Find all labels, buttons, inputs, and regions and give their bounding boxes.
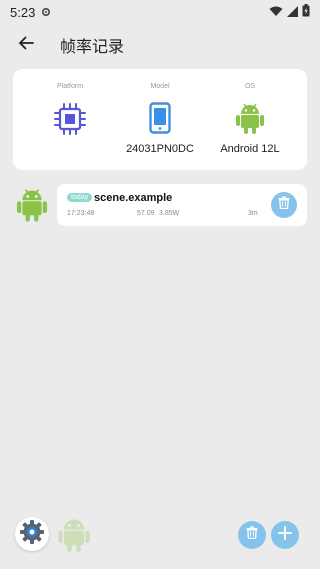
arrow-left-icon xyxy=(18,36,34,55)
record-app-android-icon xyxy=(17,187,47,227)
trash-icon xyxy=(246,526,258,544)
back-button[interactable] xyxy=(12,31,40,59)
settings-gear-icon xyxy=(41,5,51,20)
app-bar: 帧率记录 xyxy=(0,30,320,60)
add-record-button[interactable] xyxy=(271,521,299,549)
clear-all-button[interactable] xyxy=(238,521,266,549)
phone-icon xyxy=(149,102,171,139)
os-value: Android 12L xyxy=(220,143,280,155)
battery-icon xyxy=(302,4,310,20)
record-scene-name: scene.example xyxy=(94,192,173,204)
os-column: OS Android 12L xyxy=(215,69,285,170)
record-power: 3.85W xyxy=(159,210,180,217)
record-fps: 57.09 xyxy=(137,210,155,217)
faded-android-icon xyxy=(58,516,90,557)
os-label: OS xyxy=(244,83,256,90)
signal-icon xyxy=(287,5,298,20)
device-info-card: Platform Model 24031PN0DC OS Android 12L xyxy=(13,69,307,170)
record-list-item[interactable]: today scene.example 17:23:48 57.09 3.85W… xyxy=(57,184,307,226)
record-time: 17:23:48 xyxy=(67,210,95,217)
model-value: 24031PN0DC xyxy=(126,143,194,155)
delete-record-button[interactable] xyxy=(271,192,297,218)
record-duration: 3m xyxy=(248,210,258,217)
gear-icon xyxy=(19,519,45,550)
status-bar: 5:23 xyxy=(0,0,320,24)
model-label: Model xyxy=(150,83,170,90)
platform-label: Platform xyxy=(56,83,84,90)
android-icon xyxy=(236,102,264,139)
platform-column: Platform xyxy=(41,69,99,170)
today-badge: today xyxy=(67,193,93,202)
wifi-icon xyxy=(269,5,283,20)
settings-button[interactable] xyxy=(15,517,49,551)
model-column: Model 24031PN0DC xyxy=(125,69,195,170)
status-time: 5:23 xyxy=(10,4,36,20)
trash-icon xyxy=(278,196,290,214)
plus-icon xyxy=(278,525,292,545)
page-title: 帧率记录 xyxy=(60,39,125,56)
chip-icon xyxy=(53,102,87,141)
